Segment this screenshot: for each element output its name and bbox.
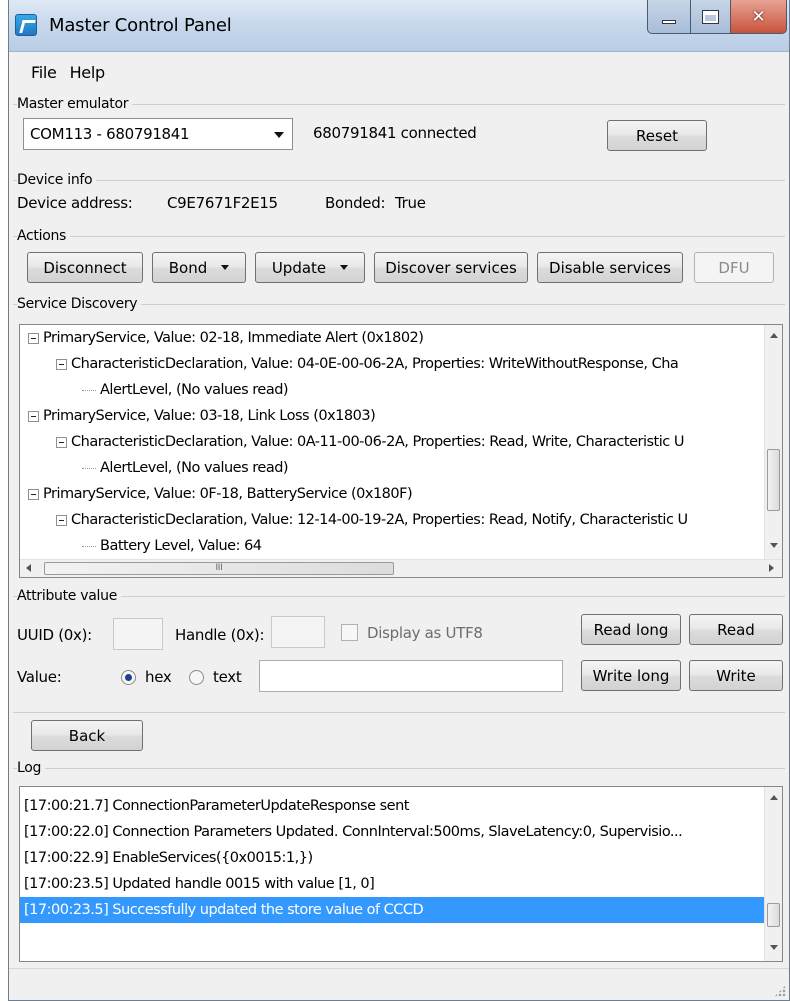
scroll-left-icon[interactable] xyxy=(26,564,31,572)
vertical-scroll-thumb[interactable] xyxy=(767,449,780,511)
update-button[interactable]: Update xyxy=(255,252,365,283)
collapse-icon[interactable] xyxy=(56,514,67,526)
resize-grip-icon[interactable] xyxy=(774,985,786,997)
log-entry[interactable]: [17:00:21.7] ConnectionParameterUpdateRe… xyxy=(20,793,764,819)
update-button-label: Update xyxy=(271,258,327,277)
tree-connector xyxy=(82,467,96,469)
attribute-value-label: Attribute value xyxy=(17,588,122,604)
tree-row[interactable]: CharacteristicDeclaration, Value: 0A-11-… xyxy=(56,429,684,455)
write-long-button[interactable]: Write long xyxy=(581,660,681,691)
log-scroll-thumb[interactable] xyxy=(767,903,780,927)
value-label: Value: xyxy=(17,668,62,686)
main-window: Master Control Panel ✕ File Help Master … xyxy=(8,0,790,1001)
close-button[interactable]: ✕ xyxy=(731,0,787,34)
minimize-icon xyxy=(662,19,676,24)
tree-connector xyxy=(82,545,96,547)
menu-help[interactable]: Help xyxy=(68,55,116,89)
uuid-label: UUID (0x): xyxy=(17,626,92,644)
dfu-button[interactable]: DFU xyxy=(694,252,774,283)
scroll-down-icon[interactable] xyxy=(770,945,778,950)
scroll-up-icon[interactable] xyxy=(770,333,778,338)
log-entry[interactable]: [17:00:22.0] Connection Parameters Updat… xyxy=(20,819,764,845)
text-radio-label: text xyxy=(213,668,242,686)
text-radio[interactable] xyxy=(189,670,204,685)
horizontal-scroll-thumb[interactable]: III xyxy=(44,562,394,575)
hex-radio-label: hex xyxy=(145,668,172,686)
handle-label: Handle (0x): xyxy=(175,626,265,644)
scroll-right-icon[interactable] xyxy=(769,564,774,572)
bonded-label: Bonded: xyxy=(325,194,386,212)
read-long-button[interactable]: Read long xyxy=(581,614,681,645)
tree-row[interactable]: PrimaryService, Value: 03-18, Link Loss … xyxy=(28,403,376,429)
uuid-input[interactable] xyxy=(113,618,163,650)
device-address-label: Device address: xyxy=(17,194,133,212)
log-entry[interactable]: [17:00:23.5] Updated handle 0015 with va… xyxy=(20,871,764,897)
bond-button-label: Bond xyxy=(168,258,208,277)
tree-row[interactable]: Battery Level, Value: 64 xyxy=(82,533,262,559)
chevron-down-icon xyxy=(274,132,284,138)
discover-services-button[interactable]: Discover services xyxy=(374,252,528,283)
menu-bar: File Help xyxy=(9,55,116,89)
scroll-down-icon[interactable] xyxy=(770,543,778,548)
collapse-icon[interactable] xyxy=(28,410,39,422)
log-list[interactable]: [17:00:21.7] ConnectionParameterUpdateRe… xyxy=(19,786,783,962)
chevron-down-icon xyxy=(340,265,349,270)
tree-row[interactable]: CharacteristicDeclaration, Value: 12-14-… xyxy=(56,507,688,533)
collapse-icon[interactable] xyxy=(28,332,39,344)
service-tree[interactable]: PrimaryService, Value: 02-18, Immediate … xyxy=(19,324,783,578)
com-port-dropdown[interactable]: COM113 - 680791841 xyxy=(23,118,293,150)
value-input[interactable] xyxy=(259,660,563,692)
scroll-up-icon[interactable] xyxy=(770,795,778,800)
menu-file[interactable]: File xyxy=(9,55,68,89)
chevron-down-icon xyxy=(221,265,230,270)
collapse-icon[interactable] xyxy=(56,436,67,448)
maximize-button[interactable] xyxy=(691,0,731,34)
log-vertical-scrollbar[interactable] xyxy=(764,787,782,961)
log-entry-selected[interactable]: [17:00:23.5] Successfully updated the st… xyxy=(20,897,764,923)
write-button[interactable]: Write xyxy=(689,660,783,691)
device-address-value: C9E7671F2E15 xyxy=(167,194,278,212)
tree-row[interactable]: AlertLevel, (No values read) xyxy=(82,377,289,403)
back-button[interactable]: Back xyxy=(31,720,143,751)
tree-row[interactable]: CharacteristicDeclaration, Value: 04-0E-… xyxy=(56,351,679,377)
display-utf8-label: Display as UTF8 xyxy=(367,624,483,642)
tree-row[interactable]: PrimaryService, Value: 0F-18, BatterySer… xyxy=(28,481,413,507)
collapse-icon[interactable] xyxy=(28,488,39,500)
device-info-label: Device info xyxy=(17,172,97,188)
bonded-value: True xyxy=(395,194,426,212)
tree-connector xyxy=(82,389,96,391)
app-icon xyxy=(15,14,37,36)
tree-row[interactable]: PrimaryService, Value: 02-18, Immediate … xyxy=(28,325,424,351)
master-emulator-label: Master emulator xyxy=(17,96,133,112)
window-title: Master Control Panel xyxy=(49,15,232,36)
log-label: Log xyxy=(17,760,46,776)
disable-services-button[interactable]: Disable services xyxy=(537,252,683,283)
tree-row[interactable]: AlertLevel, (No values read) xyxy=(82,455,289,481)
handle-input[interactable] xyxy=(271,616,325,648)
disconnect-button[interactable]: Disconnect xyxy=(27,252,143,283)
minimize-button[interactable] xyxy=(647,0,691,34)
bond-button[interactable]: Bond xyxy=(152,252,246,283)
window-controls: ✕ xyxy=(647,0,787,34)
reset-button[interactable]: Reset xyxy=(607,120,707,151)
display-utf8-checkbox[interactable] xyxy=(341,624,358,641)
tree-vertical-scrollbar[interactable] xyxy=(764,325,782,559)
read-button[interactable]: Read xyxy=(689,614,783,645)
title-bar[interactable]: Master Control Panel ✕ xyxy=(9,0,789,52)
status-bar xyxy=(9,968,789,1000)
connection-status: 680791841 connected xyxy=(313,124,477,142)
actions-label: Actions xyxy=(17,228,71,244)
service-discovery-label: Service Discovery xyxy=(17,296,142,312)
log-entry[interactable]: [17:00:22.9] EnableServices({0x0015:1,}) xyxy=(20,845,764,871)
close-icon: ✕ xyxy=(751,6,766,27)
maximize-icon xyxy=(702,9,719,24)
tree-horizontal-scrollbar[interactable]: III xyxy=(20,559,782,577)
hex-radio[interactable] xyxy=(121,670,136,685)
collapse-icon[interactable] xyxy=(56,358,67,370)
com-port-selected: COM113 - 680791841 xyxy=(30,125,190,143)
